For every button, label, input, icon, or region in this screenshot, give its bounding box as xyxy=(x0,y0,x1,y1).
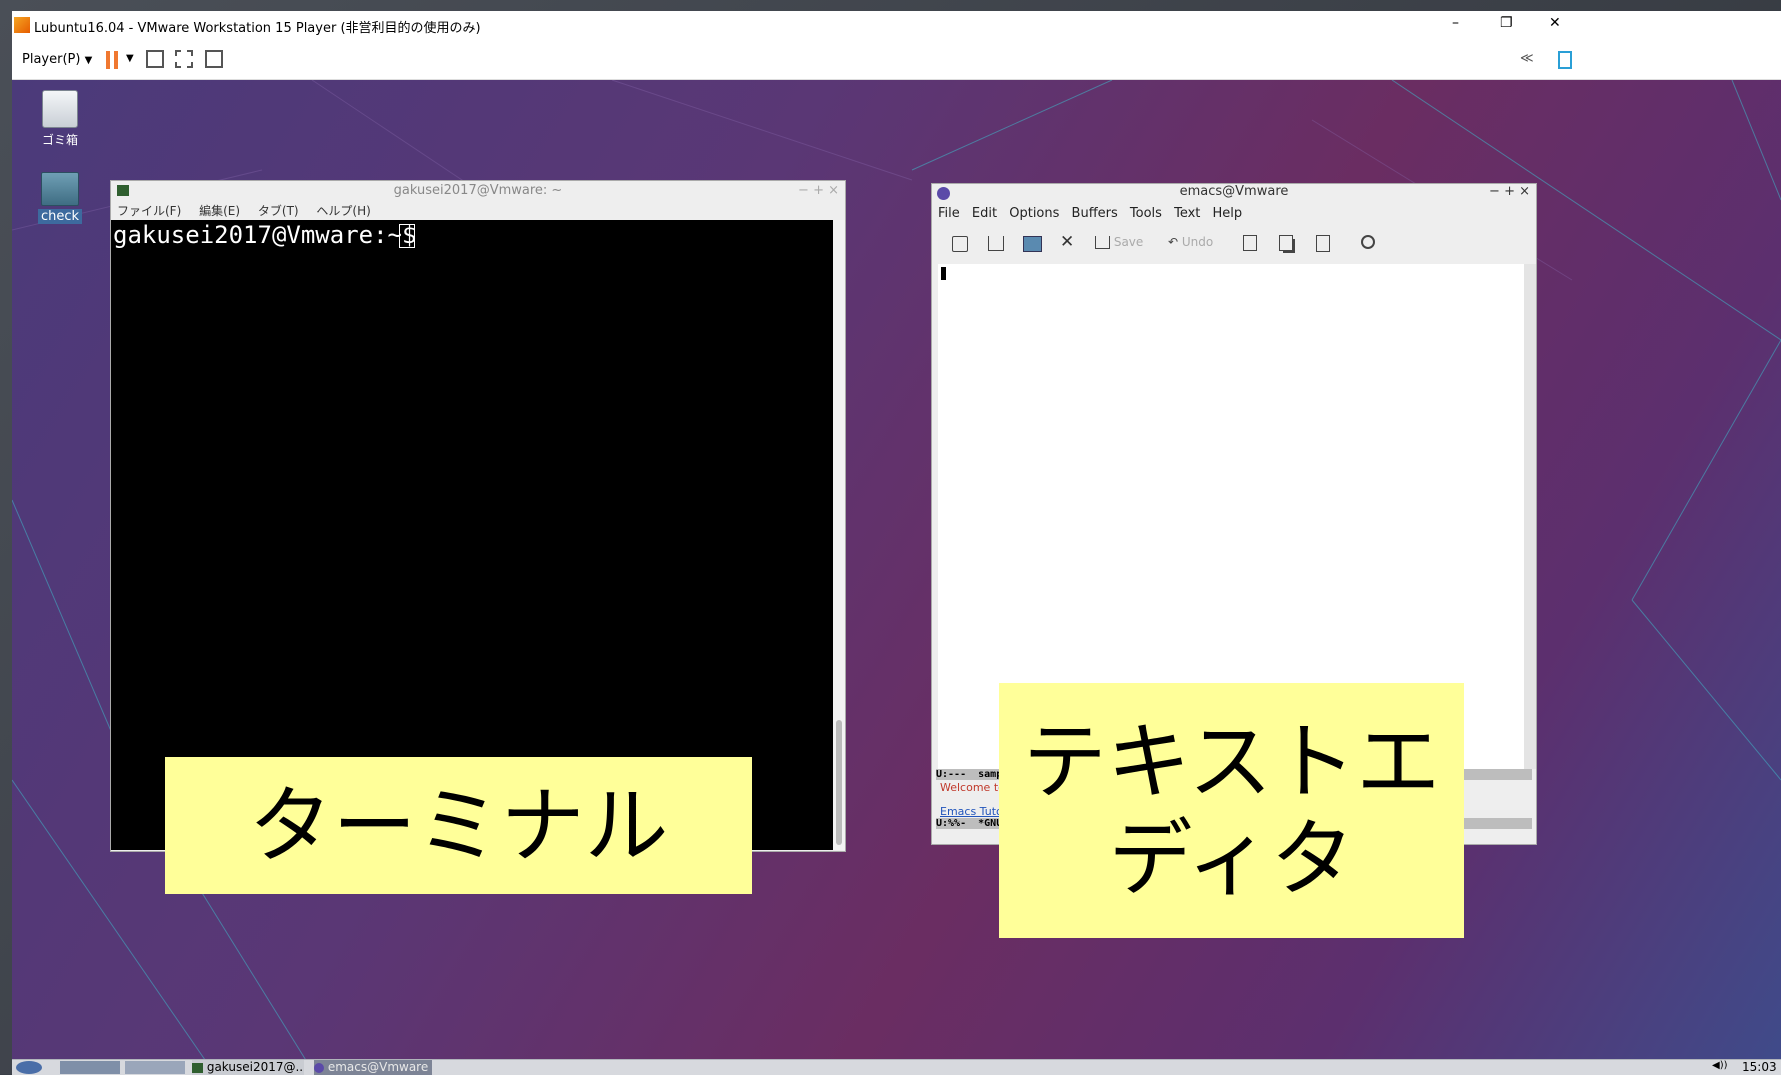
folder-icon xyxy=(41,172,79,206)
vmware-logo-icon xyxy=(14,17,30,33)
library-icon[interactable] xyxy=(1558,51,1572,69)
paste-icon[interactable] xyxy=(1316,235,1330,252)
terminal-menu-help[interactable]: ヘルプ(H) xyxy=(316,204,370,218)
terminal-screen[interactable]: gakusei2017@Vmware:~$ xyxy=(111,220,833,850)
terminal-window-controls[interactable]: − + × xyxy=(798,181,839,201)
emacs-menu-tools[interactable]: Tools xyxy=(1130,206,1162,221)
save-icon xyxy=(1095,236,1110,249)
chevron-down-icon[interactable]: ▼ xyxy=(126,53,134,64)
copy-icon[interactable] xyxy=(1279,235,1293,251)
terminal-cursor xyxy=(399,224,415,248)
fullscreen-icon[interactable] xyxy=(175,50,193,68)
cut-icon[interactable] xyxy=(1243,235,1257,251)
editor-callout-line2: ディタ xyxy=(1108,809,1355,908)
terminal-scrollbar[interactable] xyxy=(833,220,845,850)
vmware-window: Lubuntu16.04 - VMware Workstation 15 Pla… xyxy=(12,11,1781,1075)
terminal-titlebar: gakusei2017@Vmware: ~ − + × xyxy=(111,181,845,201)
vmware-titlebar: Lubuntu16.04 - VMware Workstation 15 Pla… xyxy=(12,11,1781,41)
minimize-button[interactable]: – xyxy=(1452,15,1459,31)
emacs-menu-text[interactable]: Text xyxy=(1174,206,1200,221)
vmware-toolbar: Player(P) ▼ ▼ ≪ xyxy=(12,41,1781,80)
scrollbar-thumb[interactable] xyxy=(836,720,842,845)
search-icon[interactable] xyxy=(1361,235,1375,249)
taskbar-item-label: emacs@Vmware xyxy=(327,1060,429,1074)
emacs-titlebar: emacs@Vmware − + × xyxy=(932,184,1536,204)
chevron-down-icon: ▼ xyxy=(84,55,93,66)
taskbar-item-emacs[interactable]: emacs@Vmware xyxy=(314,1060,432,1075)
emacs-menu-options[interactable]: Options xyxy=(1009,206,1059,221)
terminal-app-icon xyxy=(117,185,129,196)
clock[interactable]: 15:03 xyxy=(1742,1060,1777,1074)
undo-icon: ↶ xyxy=(1168,235,1179,249)
start-menu-icon[interactable] xyxy=(16,1061,42,1074)
emacs-menu-file[interactable]: File xyxy=(938,206,960,221)
guest-taskbar: gakusei2017@... emacs@Vmware ◀)) 15:03 xyxy=(12,1059,1781,1075)
close-buffer-icon[interactable]: ✕ xyxy=(1060,232,1074,252)
save-button[interactable]: Save xyxy=(1095,235,1143,249)
workspace-pager[interactable] xyxy=(125,1061,185,1074)
new-file-icon[interactable] xyxy=(952,236,968,252)
window-title: Lubuntu16.04 - VMware Workstation 15 Pla… xyxy=(34,21,481,36)
save-label: Save xyxy=(1113,235,1144,249)
desktop-icon-label: ゴミ箱 xyxy=(41,133,78,147)
terminal-callout: ターミナル xyxy=(165,757,752,894)
player-menu-label: Player(P) xyxy=(22,52,81,67)
send-ctrl-alt-del-icon[interactable] xyxy=(146,50,164,68)
close-button[interactable]: ✕ xyxy=(1549,15,1561,31)
terminal-prompt: gakusei2017@Vmware:~$ xyxy=(113,221,431,249)
emacs-window-controls[interactable]: − + × xyxy=(1489,184,1530,199)
terminal-callout-text: ターミナル xyxy=(248,776,669,875)
open-directory-icon[interactable] xyxy=(1023,236,1042,252)
guest-desktop: ゴミ箱 check gakusei2017@Vmware: ~ − + × ファ… xyxy=(12,80,1781,1070)
terminal-window: gakusei2017@Vmware: ~ − + × ファイル(F) 編集(E… xyxy=(110,180,846,852)
emacs-task-icon xyxy=(314,1062,324,1073)
undo-button[interactable]: ↶ Undo xyxy=(1168,235,1213,249)
maximize-button[interactable]: ❐ xyxy=(1500,15,1513,31)
unity-icon[interactable] xyxy=(205,50,223,68)
desktop-switcher-icon[interactable] xyxy=(60,1061,120,1074)
desktop-icon-trash[interactable]: ゴミ箱 xyxy=(38,90,82,148)
collapse-icon[interactable]: ≪ xyxy=(1520,51,1534,66)
editor-callout-line1: テキストエ xyxy=(1022,712,1441,811)
open-file-icon[interactable] xyxy=(988,236,1004,251)
pause-icon[interactable] xyxy=(106,51,118,69)
emacs-toolbar: ✕ Save ↶ Undo xyxy=(932,230,1536,262)
emacs-menubar: File Edit Options Buffers Tools Text Hel… xyxy=(938,206,1250,221)
volume-icon[interactable]: ◀)) xyxy=(1712,1060,1728,1071)
taskbar-item-terminal[interactable]: gakusei2017@... xyxy=(192,1060,304,1075)
emacs-menu-help[interactable]: Help xyxy=(1213,206,1243,221)
emacs-title: emacs@Vmware xyxy=(1179,184,1289,199)
taskbar-item-label: gakusei2017@... xyxy=(206,1060,304,1074)
emacs-cursor xyxy=(941,267,946,280)
terminal-menu-tab[interactable]: タブ(T) xyxy=(258,204,299,218)
player-menu[interactable]: Player(P) ▼ xyxy=(22,52,92,67)
emacs-menu-edit[interactable]: Edit xyxy=(972,206,997,221)
undo-label: Undo xyxy=(1181,235,1214,249)
terminal-title: gakusei2017@Vmware: ~ xyxy=(393,183,563,198)
terminal-menu-file[interactable]: ファイル(F) xyxy=(117,204,181,218)
terminal-menu-edit[interactable]: 編集(E) xyxy=(199,204,240,218)
desktop-icon-check[interactable]: check xyxy=(38,172,82,224)
trash-icon xyxy=(42,90,78,128)
editor-callout: テキストエ ディタ xyxy=(999,683,1464,938)
emacs-menu-buffers[interactable]: Buffers xyxy=(1072,206,1118,221)
terminal-menubar: ファイル(F) 編集(E) タブ(T) ヘルプ(H) xyxy=(117,202,385,220)
emacs-fringe-scroll[interactable] xyxy=(1524,264,1536,769)
emacs-app-icon xyxy=(937,187,950,200)
terminal-task-icon xyxy=(192,1062,203,1073)
desktop-icon-label: check xyxy=(38,209,82,224)
